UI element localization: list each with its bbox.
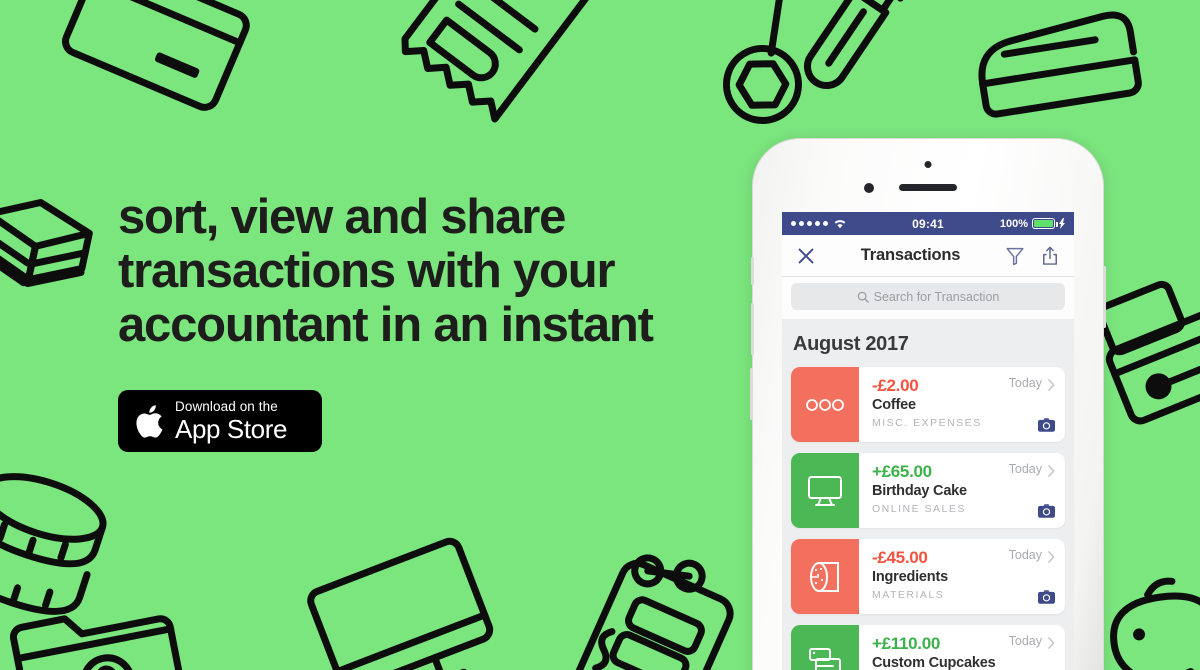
chevron-right-icon [1048, 465, 1055, 477]
share-icon[interactable] [1039, 245, 1061, 267]
battery-percent-label: 100% [999, 217, 1029, 230]
headline-line-2: transactions with your [118, 244, 616, 298]
month-header: August 2017 [793, 333, 909, 355]
signal-dot-icon [791, 221, 796, 226]
card-reader-icon [1096, 280, 1200, 425]
front-camera-icon [864, 183, 874, 193]
table-row[interactable]: -£45.00 Today Ingredients MATERIALS [791, 539, 1065, 614]
marketing-column: sort, view and share transactions with y… [118, 190, 738, 452]
transaction-date: Today [1008, 462, 1042, 476]
apple-logo-icon [136, 404, 163, 438]
wifi-icon [834, 220, 846, 229]
transaction-details: +£65.00 Today Birthday Cake ONLINE SALES [859, 453, 1065, 528]
transaction-top-row: +£110.00 Today [872, 634, 1055, 654]
transaction-category-icon-tile [791, 367, 859, 442]
camera-icon[interactable] [1038, 504, 1055, 518]
chevron-right-icon [1048, 637, 1055, 649]
search-icon [857, 291, 869, 303]
app-store-badge-big-label: App Store [175, 413, 288, 444]
transaction-name: Ingredients [872, 569, 948, 585]
search-placeholder: Search for Transaction [873, 289, 1000, 304]
transaction-category-icon-tile [791, 453, 859, 528]
filter-funnel-icon[interactable] [1004, 245, 1026, 267]
card-reader-icon [809, 647, 841, 670]
transaction-top-row: -£45.00 Today [872, 548, 1055, 568]
signal-dot-icon [823, 221, 828, 226]
monitor-icon [808, 475, 842, 506]
iphone-mockup: 09:41 100% Transactions Search for Trans… [750, 138, 1106, 670]
chevron-right-icon [1048, 379, 1055, 391]
earpiece-speaker [899, 184, 957, 191]
headline-line-3: accountant in an instant [118, 298, 654, 352]
transaction-details: -£45.00 Today Ingredients MATERIALS [859, 539, 1065, 614]
chevron-right-icon [1048, 551, 1055, 563]
transaction-top-row: -£2.00 Today [872, 376, 1055, 396]
battery-icon [1032, 218, 1058, 229]
status-bar: 09:41 100% [782, 212, 1074, 235]
transaction-category-icon-tile [791, 625, 859, 670]
credit-card-icon [62, 0, 250, 111]
monitor-icon [307, 537, 494, 670]
transaction-date: Today [1008, 634, 1042, 648]
search-section: Search for Transaction [782, 277, 1074, 319]
status-bar-left [791, 218, 912, 229]
table-row[interactable]: +£65.00 Today Birthday Cake ONLINE SALES [791, 453, 1065, 528]
stapler-icon [978, 11, 1142, 118]
transaction-category: MISC. EXPENSES [872, 417, 982, 429]
transaction-amount: -£2.00 [872, 376, 919, 395]
transaction-details: -£2.00 Today Coffee MISC. EXPENSES [859, 367, 1065, 442]
dots-icon [806, 398, 844, 411]
transaction-date: Today [1008, 548, 1042, 562]
table-row[interactable]: -£2.00 Today Coffee MISC. EXPENSES [791, 367, 1065, 442]
piggy-bank-icon [1110, 577, 1200, 670]
transaction-category-icon-tile [791, 539, 859, 614]
app-store-download-button[interactable]: Download on the App Store [118, 390, 322, 452]
transaction-amount: +£65.00 [872, 462, 932, 481]
app-store-badge-text: Download on the App Store [175, 400, 287, 442]
transaction-details: +£110.00 Today Custom Cupcakes CARD SALE… [859, 625, 1065, 670]
volume-down-button[interactable] [750, 368, 753, 420]
transaction-name: Coffee [872, 397, 916, 413]
headline-line-1: sort, view and share [118, 190, 566, 244]
nav-actions [1004, 245, 1061, 267]
transaction-amount: -£45.00 [872, 548, 928, 567]
folder-lock-icon [10, 615, 188, 670]
camera-icon[interactable] [1038, 590, 1055, 604]
transaction-date: Today [1008, 376, 1042, 390]
table-row[interactable]: +£110.00 Today Custom Cupcakes CARD SALE… [791, 625, 1065, 670]
close-icon[interactable] [795, 245, 817, 267]
transaction-list: August 2017 -£2.00 Today Coffee MISC. EX… [782, 319, 1074, 670]
charging-bolt-icon [1059, 218, 1066, 229]
transaction-name: Birthday Cake [872, 483, 967, 499]
transaction-amount: +£110.00 [872, 634, 941, 653]
clipboard-icon [573, 554, 734, 670]
wrench-icon [722, 0, 802, 124]
sensor-icon [924, 161, 932, 168]
power-button[interactable] [1103, 266, 1106, 328]
screwdriver-icon [804, 0, 907, 89]
status-bar-right: 100% [944, 217, 1066, 230]
coin-stack-icon [0, 473, 107, 615]
signal-dot-icon [807, 221, 812, 226]
phone-screen: 09:41 100% Transactions Search for Trans… [782, 212, 1074, 670]
signal-dot-icon [799, 221, 804, 226]
app-nav-bar: Transactions [782, 235, 1074, 277]
transaction-name: Custom Cupcakes [872, 655, 996, 670]
page-title: sort, view and share transactions with y… [118, 190, 738, 352]
app-store-badge-small-label: Download on the [175, 399, 278, 415]
fabric-roll-icon [810, 561, 839, 592]
transaction-category: MATERIALS [872, 589, 945, 601]
nav-title: Transactions [860, 246, 961, 264]
receipt-icon [401, 0, 593, 123]
signal-dot-icon [815, 221, 820, 226]
transaction-category: ONLINE SALES [872, 503, 966, 515]
camera-icon[interactable] [1038, 418, 1055, 432]
search-input[interactable]: Search for Transaction [791, 283, 1065, 310]
cash-stack-icon [0, 198, 93, 288]
status-bar-clock: 09:41 [912, 216, 944, 231]
transaction-top-row: +£65.00 Today [872, 462, 1055, 482]
